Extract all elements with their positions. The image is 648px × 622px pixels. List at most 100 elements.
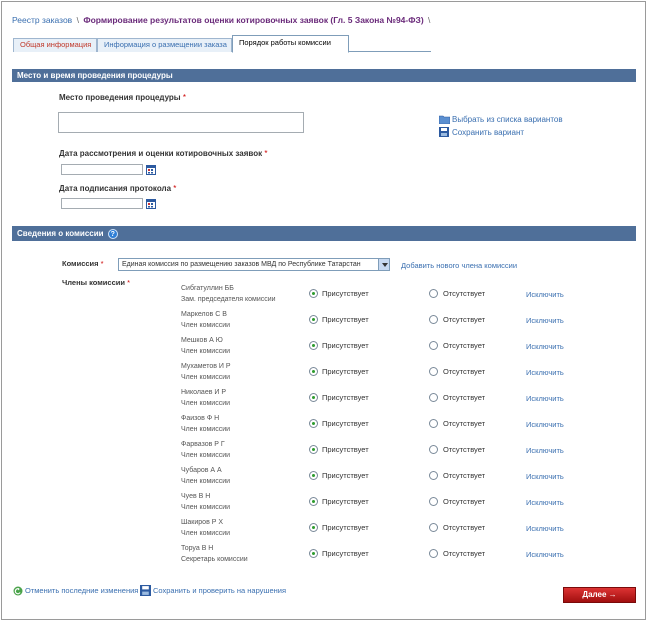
save-disk-icon [439, 127, 449, 137]
absent-radio[interactable] [429, 445, 438, 454]
present-radio[interactable] [309, 549, 318, 558]
present-radio[interactable] [309, 497, 318, 506]
chevron-down-icon[interactable] [378, 259, 389, 270]
tab-placement-info[interactable]: Информация о размещении заказа [97, 38, 232, 52]
present-label: Присутствует [322, 471, 369, 480]
sign-date-label-text: Дата подписания протокола [59, 184, 172, 193]
present-radio[interactable] [309, 471, 318, 480]
member-role: Член комиссии [181, 478, 231, 485]
exclude-link[interactable]: Исключить [526, 368, 564, 377]
sign-date-label: Дата подписания протокола * [59, 184, 176, 193]
absent-label: Отсутствует [443, 549, 486, 558]
member-role: Член комиссии [181, 426, 231, 433]
present-radio[interactable] [309, 419, 318, 428]
save-variant-link[interactable]: Сохранить вариант [452, 128, 524, 137]
pick-from-list-link[interactable]: Выбрать из списка вариантов [452, 115, 563, 124]
absent-label: Отсутствует [443, 289, 486, 298]
member-row: Фаизов Ф Н Член комиссии Присутствует Отсут… [2, 413, 642, 437]
undo-icon[interactable] [13, 586, 23, 596]
present-radio[interactable] [309, 367, 318, 376]
commission-select[interactable]: Единая комиссия по размещению заказов МВ… [118, 258, 390, 271]
breadcrumb-separator: \ [76, 15, 79, 25]
commission-label: Комиссия * [62, 259, 104, 268]
member-role: Секретарь комиссии [181, 556, 248, 563]
absent-radio[interactable] [429, 341, 438, 350]
member-name: Мухаметов И Р [181, 363, 231, 370]
commission-label-text: Комиссия [62, 259, 99, 268]
save-disk-icon[interactable] [140, 585, 151, 596]
review-date-label-text: Дата рассмотрения и оценки котировочных … [59, 149, 263, 158]
member-row: Мухаметов И Р Член комиссии Присутствует От… [2, 361, 642, 385]
member-row: Чуев В Н Член комиссии Присутствует Отсутст… [2, 491, 642, 515]
member-name: Маркелов С В [181, 311, 227, 318]
place-label: Место проведения процедуры * [59, 93, 186, 102]
sign-date-input[interactable] [61, 198, 143, 209]
absent-radio[interactable] [429, 549, 438, 558]
exclude-link[interactable]: Исключить [526, 498, 564, 507]
tab-general-info[interactable]: Общая информация [13, 38, 97, 52]
present-label: Присутствует [322, 549, 369, 558]
present-label: Присутствует [322, 367, 369, 376]
present-label: Присутствует [322, 523, 369, 532]
breadcrumb-link-registry[interactable]: Реестр заказов [12, 15, 72, 25]
section-header-commission: Сведения о комиссии ? [12, 226, 636, 241]
member-role: Зам. председателя комиссии [181, 296, 276, 303]
member-name: Шакиров Р Х [181, 519, 224, 526]
absent-radio[interactable] [429, 367, 438, 376]
member-row: Сибгатуллин ББ Зам. председателя комиссии… [2, 283, 642, 307]
place-input[interactable] [58, 112, 304, 133]
exclude-link[interactable]: Исключить [526, 472, 564, 481]
absent-radio[interactable] [429, 315, 438, 324]
member-name: Мешков А Ю [181, 337, 223, 344]
absent-label: Отсутствует [443, 523, 486, 532]
present-label: Присутствует [322, 341, 369, 350]
next-button[interactable]: Далее → [563, 587, 636, 603]
absent-label: Отсутствует [443, 341, 486, 350]
present-label: Присутствует [322, 497, 369, 506]
exclude-link[interactable]: Исключить [526, 550, 564, 559]
present-radio[interactable] [309, 341, 318, 350]
member-row: Чубаров А А Член комиссии Присутствует Отсу… [2, 465, 642, 489]
member-role: Член комиссии [181, 530, 231, 537]
absent-radio[interactable] [429, 471, 438, 480]
present-radio[interactable] [309, 315, 318, 324]
present-label: Присутствует [322, 393, 369, 402]
absent-radio[interactable] [429, 497, 438, 506]
undo-changes-link[interactable]: Отменить последние изменения [25, 586, 138, 595]
save-and-check-link[interactable]: Сохранить и проверить на нарушения [153, 586, 286, 595]
calendar-icon[interactable] [146, 165, 156, 175]
absent-radio[interactable] [429, 393, 438, 402]
absent-label: Отсутствует [443, 315, 486, 324]
member-name: Торуа В Н [181, 545, 214, 552]
member-row: Маркелов С В Член комиссии Присутствует Отс… [2, 309, 642, 333]
absent-radio[interactable] [429, 289, 438, 298]
present-radio[interactable] [309, 523, 318, 532]
breadcrumb-current: Формирование результатов оценки котирово… [83, 15, 424, 25]
required-mark: * [182, 93, 186, 102]
page-frame: Реестр заказов \ Формирование результато… [1, 1, 646, 620]
exclude-link[interactable]: Исключить [526, 342, 564, 351]
absent-label: Отсутствует [443, 393, 486, 402]
required-mark: * [264, 149, 268, 158]
present-radio[interactable] [309, 289, 318, 298]
folder-icon [439, 115, 450, 124]
present-radio[interactable] [309, 393, 318, 402]
member-role: Член комиссии [181, 400, 231, 407]
tab-commission-procedure[interactable]: Порядок работы комиссии [232, 35, 349, 53]
review-date-input[interactable] [61, 164, 143, 175]
exclude-link[interactable]: Исключить [526, 316, 564, 325]
member-row: Николаев И Р Член комиссии Присутствует Отс… [2, 387, 642, 411]
exclude-link[interactable]: Исключить [526, 524, 564, 533]
exclude-link[interactable]: Исключить [526, 290, 564, 299]
help-icon[interactable]: ? [107, 228, 118, 239]
exclude-link[interactable]: Исключить [526, 420, 564, 429]
commission-select-value: Единая комиссия по размещению заказов МВ… [122, 261, 361, 268]
absent-label: Отсутствует [443, 445, 486, 454]
present-radio[interactable] [309, 445, 318, 454]
calendar-icon[interactable] [146, 199, 156, 209]
exclude-link[interactable]: Исключить [526, 446, 564, 455]
add-member-link[interactable]: Добавить нового члена комиссии [401, 261, 517, 270]
exclude-link[interactable]: Исключить [526, 394, 564, 403]
absent-radio[interactable] [429, 419, 438, 428]
absent-radio[interactable] [429, 523, 438, 532]
